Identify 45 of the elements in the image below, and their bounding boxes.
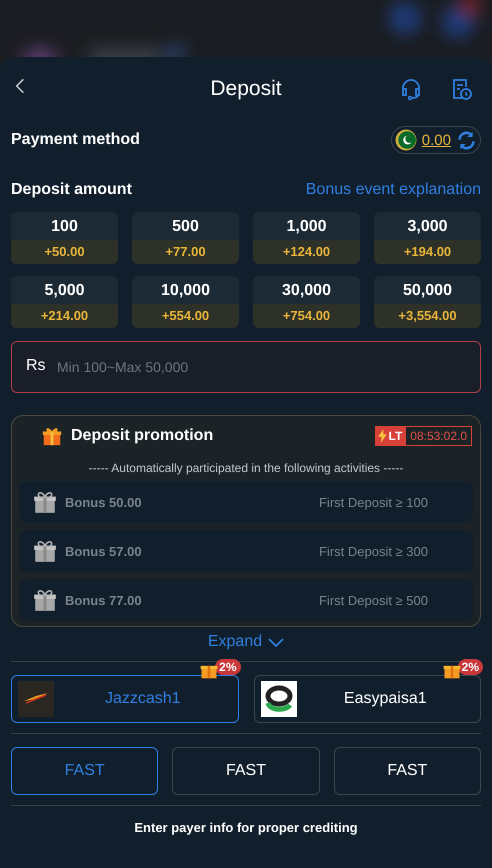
- channel-option[interactable]: FAST: [11, 747, 158, 795]
- amount-option[interactable]: 50,000 +3,554.00: [374, 276, 481, 328]
- amount-option[interactable]: 5,000 +214.00: [11, 276, 118, 328]
- flag-icon: [394, 129, 417, 151]
- bonus-amount: Bonus 57.00: [65, 544, 142, 558]
- payment-method-option[interactable]: Jazzcash1: [11, 675, 238, 723]
- logo-icon: [18, 681, 54, 717]
- refresh-icon[interactable]: [456, 130, 477, 150]
- badge-label: LT: [388, 429, 402, 443]
- logo-icon: [260, 681, 296, 717]
- chevron-down-icon: [268, 638, 284, 646]
- amount-option[interactable]: 1,000 +124.00: [253, 212, 360, 264]
- amount-option[interactable]: 30,000 +754.00: [253, 276, 360, 328]
- promotion-subtitle: ----- Automatically participated in the following activities -----: [88, 461, 404, 475]
- bonus-condition: First Deposit ≥ 500: [318, 592, 428, 608]
- amount-option[interactable]: 3,000 +194.00: [374, 212, 481, 264]
- promotion-title: Deposit promotion: [71, 427, 214, 445]
- gift-icon: [32, 489, 58, 515]
- expand-button[interactable]: Expand: [208, 633, 284, 651]
- page-title: Deposit: [210, 77, 282, 101]
- bonus-condition: First Deposit ≥ 100: [318, 494, 428, 510]
- channel-option[interactable]: FAST: [172, 747, 320, 795]
- payment-method-option[interactable]: Easypaisa1: [254, 675, 481, 723]
- currency-label: Rs: [26, 357, 46, 375]
- gift-icon: [32, 538, 58, 564]
- gift-icon: [32, 587, 58, 613]
- lightning-icon: [378, 429, 386, 443]
- amount-option[interactable]: 500 +77.00: [132, 212, 239, 264]
- headset-icon[interactable]: [399, 77, 423, 101]
- bonus-amount: Bonus 77.00: [65, 592, 142, 608]
- footer-note: Enter payer info for proper crediting: [133, 820, 359, 835]
- bonus-condition: First Deposit ≥ 300: [318, 544, 428, 558]
- section-title: Payment method: [11, 131, 140, 149]
- bonus-badge: 2%: [458, 659, 483, 675]
- bonus-amount: Bonus 50.00: [65, 494, 142, 510]
- countdown-timer: 08:53:02.0: [405, 426, 472, 446]
- back-icon[interactable]: [15, 77, 25, 95]
- bonus-explanation-link[interactable]: Bonus event explanation: [306, 181, 481, 199]
- amount-option[interactable]: 100 +50.00: [11, 212, 118, 264]
- section-title: Deposit amount: [11, 181, 132, 199]
- gift-icon: [41, 425, 63, 447]
- bonus-badge: 2%: [215, 659, 240, 675]
- amount-option[interactable]: 10,000 +554.00: [132, 276, 239, 328]
- balance-amount[interactable]: 0.00: [422, 132, 451, 148]
- channel-option[interactable]: FAST: [334, 747, 481, 795]
